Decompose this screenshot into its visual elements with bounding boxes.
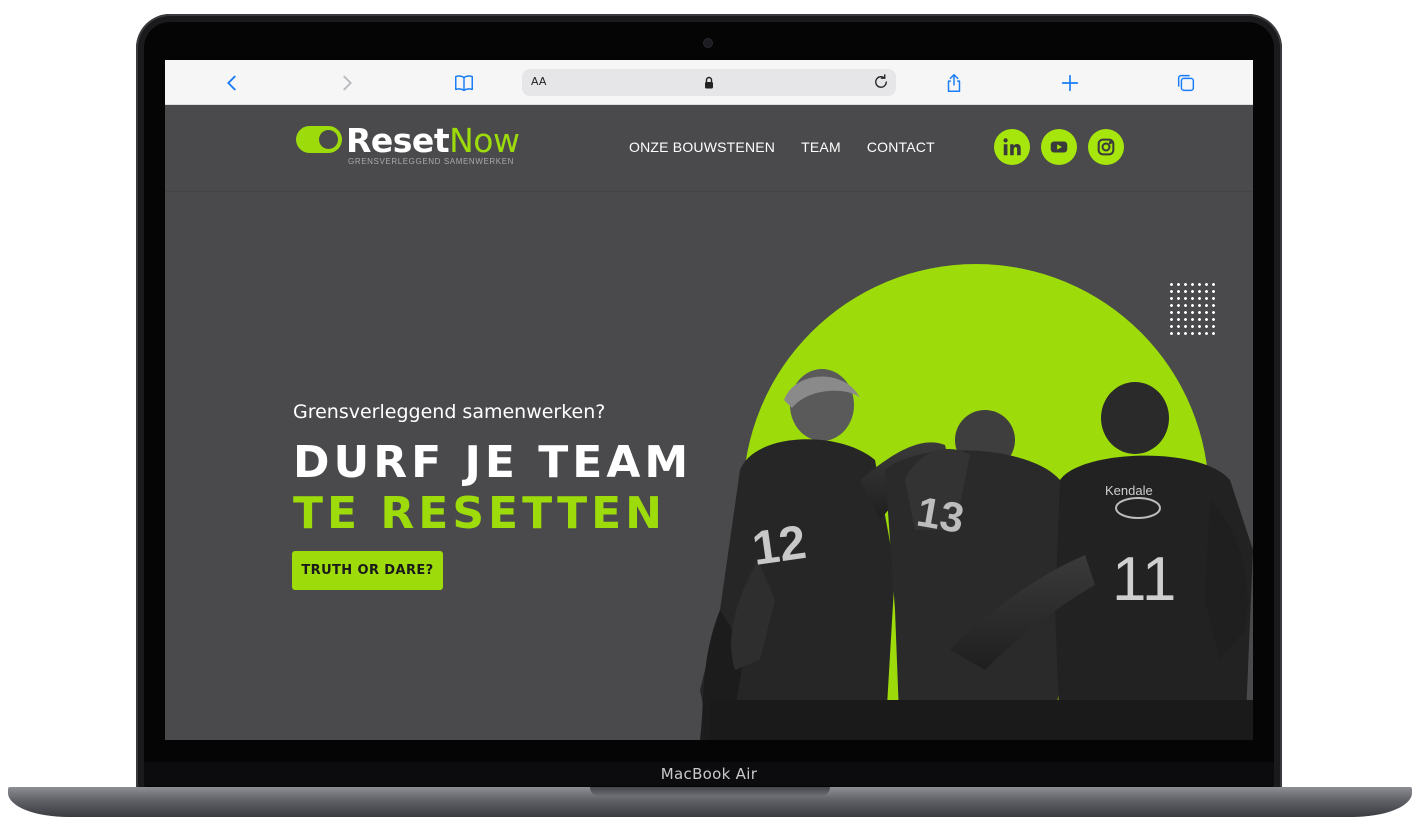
reload-icon[interactable] <box>872 73 890 91</box>
nav-item-team[interactable]: TEAM <box>801 139 841 155</box>
svg-text:Kendale: Kendale <box>1105 483 1153 498</box>
chevron-right-icon[interactable] <box>334 70 360 96</box>
main-nav: ONZE BOUWSTENEN TEAM CONTACT <box>629 139 935 155</box>
text-size-button[interactable]: AA <box>531 75 546 88</box>
address-bar[interactable]: AA <box>522 69 896 96</box>
camera <box>704 39 712 47</box>
logo-word-now: Now <box>449 121 520 160</box>
lock-icon <box>705 76 713 89</box>
book-icon[interactable] <box>451 70 477 96</box>
share-icon[interactable] <box>941 70 967 96</box>
svg-text:11: 11 <box>1112 545 1176 614</box>
logo-word-reset: Reset <box>346 121 450 160</box>
browser-toolbar: AA <box>165 60 1253 105</box>
svg-text:13: 13 <box>913 488 967 542</box>
nav-item-contact[interactable]: CONTACT <box>867 139 935 155</box>
logo-wordmark: ResetNow <box>346 121 520 160</box>
hero-subtitle: Grensverleggend samenwerken? <box>293 401 606 423</box>
site-header: ResetNow GRENSVERLEGGEND SAMENWERKEN ONZ… <box>165 105 1253 192</box>
plus-icon[interactable] <box>1057 70 1083 96</box>
nav-item-onze-bouwstenen[interactable]: ONZE BOUWSTENEN <box>629 139 775 155</box>
truth-or-dare-button[interactable]: TRUTH OR DARE? <box>292 551 443 590</box>
decorative-dot-grid <box>1168 281 1216 337</box>
laptop-base-notch <box>590 787 830 796</box>
logo-tagline: GRENSVERLEGGEND SAMENWERKEN <box>348 157 515 166</box>
svg-text:12: 12 <box>749 516 809 576</box>
logo[interactable]: ResetNow GRENSVERLEGGEND SAMENWERKEN <box>296 121 521 171</box>
tabs-icon[interactable] <box>1173 70 1199 96</box>
chevron-left-icon[interactable] <box>219 70 245 96</box>
linkedin-icon[interactable] <box>994 129 1030 165</box>
hero-headline-line2: TE RESETTEN <box>293 488 666 539</box>
hero-headline-line1: DURF JE TEAM <box>293 437 693 488</box>
logo-toggle-mark <box>296 126 342 153</box>
screen: AA ResetNow GRENSVERLEGGEND SAMENWERKEN <box>165 60 1253 740</box>
instagram-icon[interactable] <box>1088 129 1124 165</box>
rugby-players-image: 12 13 Kendale 11 <box>700 369 1253 740</box>
youtube-icon[interactable] <box>1041 129 1077 165</box>
device-model-label: MacBook Air <box>144 762 1274 786</box>
